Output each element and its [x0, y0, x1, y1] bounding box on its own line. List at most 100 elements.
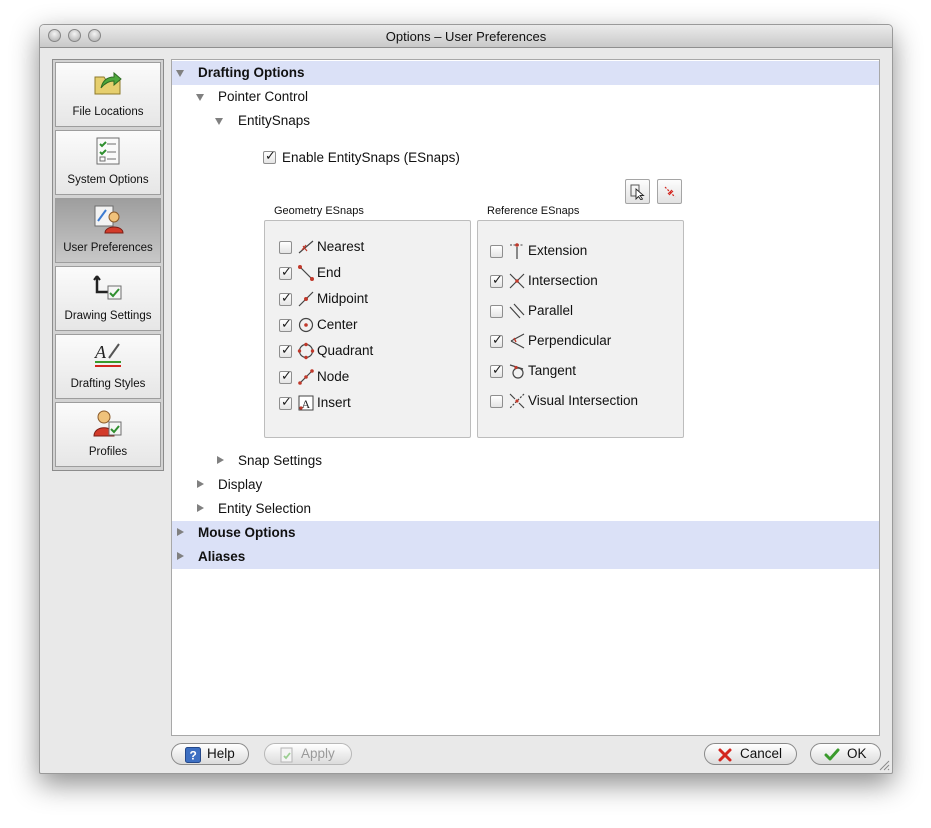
collapsed-triangle-icon[interactable]: [177, 552, 184, 560]
midpoint-checkbox[interactable]: ✓: [279, 290, 292, 306]
sidebar-item-label: User Preferences: [63, 242, 153, 254]
nearest-checkbox[interactable]: [279, 241, 292, 254]
node-label: Display: [218, 477, 263, 492]
expanded-triangle-icon[interactable]: [176, 70, 184, 77]
sidebar-item-label: Profiles: [88, 446, 128, 458]
node-checkbox[interactable]: ✓: [279, 368, 292, 384]
tree-node-display[interactable]: Display: [172, 473, 572, 497]
snap-option-node[interactable]: ✓ Node: [279, 367, 459, 387]
snap-option-extension[interactable]: Extension: [490, 241, 678, 261]
apply-button[interactable]: Apply: [264, 743, 352, 765]
midpoint-snap-icon: [298, 291, 314, 307]
help-label: Help: [207, 746, 235, 761]
profile-user-icon: [93, 410, 122, 437]
extension-checkbox[interactable]: [490, 245, 503, 258]
snap-option-midpoint[interactable]: ✓ Midpoint: [279, 289, 459, 309]
ok-button[interactable]: OK: [810, 743, 881, 765]
tree-section-aliases[interactable]: Aliases: [172, 545, 879, 569]
snap-option-perpendicular[interactable]: ✓ Perpendicular: [490, 331, 678, 351]
sidebar-item-drafting-styles[interactable]: A Drafting Styles: [55, 334, 161, 399]
parallel-checkbox[interactable]: [490, 305, 503, 318]
tree-section-drafting-options[interactable]: Drafting Options: [172, 61, 879, 85]
apply-icon: [280, 747, 293, 763]
snap-label: Quadrant: [317, 343, 374, 358]
snap-option-quadrant[interactable]: ✓ Quadrant: [279, 341, 459, 361]
collapsed-triangle-icon[interactable]: [177, 528, 184, 536]
node-label: Pointer Control: [218, 89, 309, 104]
geometry-esnaps-group: Nearest ✓ End ✓ Midpoint ✓ Center ✓ Quad…: [264, 220, 471, 438]
tree-node-entity-selection[interactable]: Entity Selection: [172, 497, 572, 521]
reference-esnaps-title: Reference ESnaps: [487, 205, 580, 217]
text-style-icon: A: [94, 342, 121, 367]
nearest-snap-icon: [298, 240, 314, 254]
tree-node-pointer-control[interactable]: Pointer Control: [172, 85, 572, 109]
snap-option-insert[interactable]: ✓ A Insert: [279, 393, 459, 413]
tree-node-snap-settings[interactable]: Snap Settings: [172, 449, 572, 473]
enable-esnaps-option[interactable]: ✓ Enable EntitySnaps (ESnaps): [263, 146, 503, 170]
quadrant-checkbox[interactable]: ✓: [279, 342, 292, 358]
svg-text:?: ?: [190, 749, 197, 763]
apply-label: Apply: [301, 746, 335, 761]
tree-node-entity-snaps[interactable]: EntitySnaps: [172, 109, 572, 133]
drawing-settings-icon: [93, 275, 122, 300]
collapsed-triangle-icon[interactable]: [217, 456, 224, 464]
tangent-snap-icon: [509, 364, 524, 379]
intersection-checkbox[interactable]: ✓: [490, 272, 503, 288]
snap-label: Perpendicular: [528, 333, 612, 348]
end-checkbox[interactable]: ✓: [279, 264, 292, 280]
sidebar-item-system-options[interactable]: System Options: [55, 130, 161, 195]
parallel-snap-icon: [509, 303, 525, 319]
enable-esnaps-checkbox[interactable]: ✓: [263, 148, 276, 164]
snap-label: Center: [317, 317, 358, 332]
snap-option-nearest[interactable]: Nearest: [279, 237, 459, 257]
perpendicular-checkbox[interactable]: ✓: [490, 332, 503, 348]
snap-label: Extension: [528, 243, 588, 258]
sidebar-item-user-preferences[interactable]: User Preferences: [55, 198, 161, 263]
expanded-triangle-icon[interactable]: [215, 118, 223, 125]
snap-label: Tangent: [528, 363, 577, 378]
snap-option-intersection[interactable]: ✓ Intersection: [490, 271, 678, 291]
insert-snap-icon: A: [298, 395, 314, 411]
center-checkbox[interactable]: ✓: [279, 316, 292, 332]
collapsed-triangle-icon[interactable]: [197, 480, 204, 488]
node-snap-icon: [298, 369, 314, 385]
extension-snap-icon: [510, 243, 524, 259]
help-button[interactable]: ? Help: [171, 743, 249, 765]
category-sidebar: File Locations System Options User Prefe…: [52, 59, 164, 471]
sidebar-item-file-locations[interactable]: File Locations: [55, 62, 161, 127]
sidebar-item-label: Drawing Settings: [64, 310, 152, 322]
snap-option-visual-intersection[interactable]: Visual Intersection: [490, 391, 678, 411]
tree-section-mouse-options[interactable]: Mouse Options: [172, 521, 879, 545]
resize-grip-icon[interactable]: [878, 759, 890, 771]
options-tree-panel: Drafting Options Pointer Control EntityS…: [171, 59, 880, 736]
quadrant-snap-icon: [297, 342, 315, 360]
node-label: EntitySnaps: [238, 113, 311, 128]
folder-arrow-icon: [94, 71, 122, 95]
snap-option-tangent[interactable]: ✓ Tangent: [490, 361, 678, 381]
snap-label: Parallel: [528, 303, 574, 318]
section-label: Mouse Options: [198, 525, 296, 540]
svg-text:A: A: [94, 342, 107, 362]
snap-option-end[interactable]: ✓ End: [279, 263, 459, 283]
tangent-checkbox[interactable]: ✓: [490, 362, 503, 378]
sidebar-item-label: System Options: [67, 174, 149, 186]
sidebar-item-drawing-settings[interactable]: Drawing Settings: [55, 266, 161, 331]
cancel-button[interactable]: Cancel: [704, 743, 797, 765]
select-all-snaps-icon: [630, 184, 645, 200]
collapsed-triangle-icon[interactable]: [197, 504, 204, 512]
title-bar: Options – User Preferences: [40, 25, 892, 48]
sidebar-item-profiles[interactable]: Profiles: [55, 402, 161, 467]
ok-label: OK: [847, 746, 867, 761]
snap-label: Nearest: [317, 239, 365, 254]
options-window: Options – User Preferences File Location…: [39, 24, 893, 774]
select-all-snaps-button[interactable]: [625, 179, 650, 204]
sidebar-item-label: File Locations: [72, 106, 144, 118]
insert-checkbox[interactable]: ✓: [279, 394, 292, 410]
snap-option-parallel[interactable]: Parallel: [490, 301, 678, 321]
snap-label: Node: [317, 369, 350, 384]
expanded-triangle-icon[interactable]: [196, 94, 204, 101]
clear-all-snaps-button[interactable]: [657, 179, 682, 204]
visual-intersection-checkbox[interactable]: [490, 395, 503, 408]
snap-option-center[interactable]: ✓ Center: [279, 315, 459, 335]
center-snap-icon: [298, 317, 314, 333]
